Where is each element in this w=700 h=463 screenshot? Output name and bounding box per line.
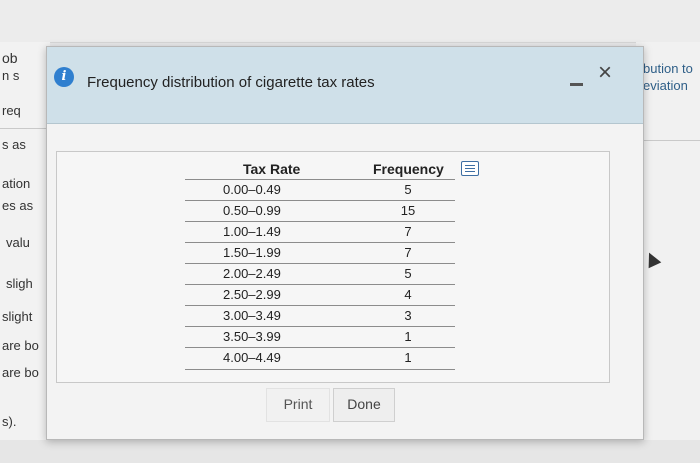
minimize-icon[interactable] [570,83,583,86]
tax-rate-cell: 3.50–3.99 [223,329,281,344]
frequency-cell: 1 [404,350,412,365]
table-row: 0.50–0.99 15 [185,200,455,222]
background-text-fragment: are bo [2,365,39,380]
table-row: 3.50–3.99 1 [185,326,455,348]
background-text-fragment: ation [2,176,31,191]
frequency-cell: 5 [404,266,412,281]
tax-rate-cell: 0.50–0.99 [223,203,281,218]
tax-rate-cell: 4.00–4.49 [223,350,281,365]
table-row: 0.00–0.49 5 [185,179,455,201]
background-top-bar [0,0,700,43]
frequency-cell: 7 [404,245,412,260]
background-text-fragment: ob [2,50,18,66]
background-right-column [636,42,700,463]
table-row: 1.00–1.49 7 [185,221,455,243]
dialog-header: i Frequency distribution of cigarette ta… [47,47,643,124]
export-data-icon[interactable] [461,161,479,176]
frequency-cell: 7 [404,224,412,239]
background-text-fragment: slight [2,309,33,324]
background-text-fragment: eviation [643,78,688,93]
background-text-fragment: bution to [643,61,693,76]
table-row: 2.00–2.49 5 [185,263,455,285]
frequency-cell: 1 [404,329,412,344]
table-row: 3.00–3.49 3 [185,305,455,327]
frequency-distribution-dialog: i Frequency distribution of cigarette ta… [46,46,644,440]
table-row: 4.00–4.49 1 [185,347,455,370]
frequency-cell: 4 [404,287,412,302]
close-icon[interactable]: × [598,61,612,85]
background-text-fragment: s as [2,137,26,152]
background-text-fragment: s). [2,414,17,429]
frequency-cell: 5 [404,182,412,197]
tax-rate-cell: 0.00–0.49 [223,182,281,197]
background-bottom-area [0,440,700,463]
print-button[interactable]: Print [266,388,330,422]
tax-rate-cell: 1.50–1.99 [223,245,281,260]
background-text-fragment: n s [2,68,20,83]
background-text-fragment: es as [2,198,34,213]
frequency-cell: 15 [400,203,416,218]
dialog-title: Frequency distribution of cigarette tax … [87,74,375,91]
column-header-frequency: Frequency [373,161,444,177]
frequency-cell: 3 [404,308,412,323]
background-divider [640,140,700,141]
tax-rate-cell: 2.00–2.49 [223,266,281,281]
background-text-fragment: valu [6,235,30,250]
frequency-table-panel: Tax Rate Frequency 0.00–0.49 5 0.50–0.99… [56,151,610,383]
background-text-fragment: sligh [6,276,33,291]
tax-rate-cell: 3.00–3.49 [223,308,281,323]
info-icon: i [54,67,74,87]
tax-rate-cell: 1.00–1.49 [223,224,281,239]
table-row: 1.50–1.99 7 [185,242,455,264]
column-header-tax-rate: Tax Rate [243,161,301,177]
tax-rate-cell: 2.50–2.99 [223,287,281,302]
table-row: 2.50–2.99 4 [185,284,455,306]
background-text-fragment: are bo [2,338,39,353]
done-button[interactable]: Done [333,388,395,422]
background-divider [0,128,46,129]
background-text-fragment: req [2,103,21,118]
